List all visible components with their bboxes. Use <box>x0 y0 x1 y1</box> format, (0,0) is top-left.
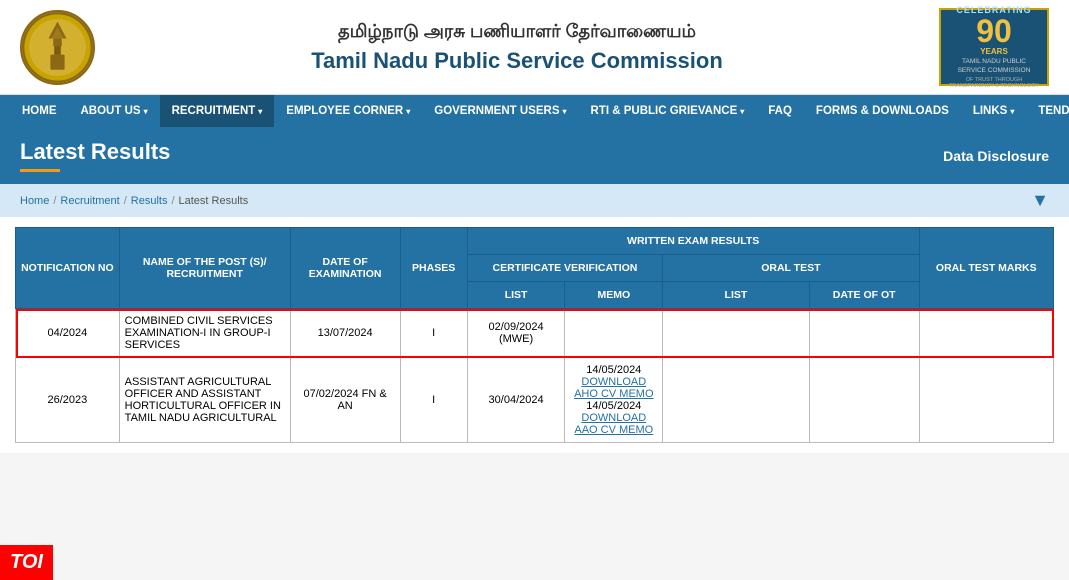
site-header: தமிழ்நாடு அரசு பணியாளர் தேர்வாணையம் Tami… <box>0 0 1069 95</box>
employee-chevron-icon: ▾ <box>406 107 410 116</box>
cell-phases: I <box>400 309 467 358</box>
th-written-exam: WRITTEN EXAM RESULTS <box>467 228 919 255</box>
nav-home[interactable]: HOME <box>10 95 69 127</box>
cell-phases: I <box>400 358 467 443</box>
breadcrumb-results[interactable]: Results <box>131 195 168 207</box>
th-name-post: NAME OF THE POST (S)/ RECRUITMENT <box>119 228 290 309</box>
th-cert-verification: CERTIFICATE VERIFICATION <box>467 255 662 282</box>
cell-oral-list <box>663 358 810 443</box>
header-center: தமிழ்நாடு அரசு பணியாளர் தேர்வாணையம் Tami… <box>95 21 939 74</box>
cell-memo[interactable]: 14/05/2024 DOWNLOAD AHO CV MEMO 14/05/20… <box>565 358 663 443</box>
cell-name-post: ASSISTANT AGRICULTURAL OFFICER AND ASSIS… <box>119 358 290 443</box>
th-phases: PHASES <box>400 228 467 309</box>
govt-chevron-icon: ▾ <box>563 107 567 116</box>
logo-left <box>20 10 95 85</box>
page-title: Latest Results <box>20 139 170 165</box>
tamil-title: தமிழ்நாடு அரசு பணியாளர் தேர்வாணையம் <box>95 21 939 44</box>
title-underline <box>20 169 60 172</box>
th-oral-test: ORAL TEST <box>663 255 919 282</box>
breadcrumb: Home / Recruitment / Results / Latest Re… <box>0 184 1069 217</box>
cell-notif-no: 26/2023 <box>16 358 120 443</box>
logo-right: CELEBRATING 90 YEARS TAMIL NADU PUBLICSE… <box>939 8 1049 86</box>
nav-faq[interactable]: FAQ <box>756 95 804 127</box>
cell-oral-list <box>663 309 810 358</box>
breadcrumb-home[interactable]: Home <box>20 195 49 207</box>
th-oral-test-marks: ORAL TEST MARKS <box>919 228 1053 309</box>
th-notification-no: NOTIFICATION NO <box>16 228 120 309</box>
nav-tenders[interactable]: TENDERS <box>1026 95 1069 127</box>
cell-date-exam: 07/02/2024 FN & AN <box>290 358 400 443</box>
main-nav: HOME ABOUT US ▾ RECRUITMENT ▾ EMPLOYEE C… <box>0 95 1069 127</box>
nav-govt-users[interactable]: GOVERNMENT USERS ▾ <box>422 95 578 127</box>
nav-forms[interactable]: FORMS & DOWNLOADS <box>804 95 961 127</box>
cell-list: 30/04/2024 <box>467 358 565 443</box>
about-chevron-icon: ▾ <box>144 107 148 116</box>
results-table-container: NOTIFICATION NO NAME OF THE POST (S)/ RE… <box>0 217 1069 453</box>
cell-date-ot <box>809 358 919 443</box>
nav-employee-corner[interactable]: EMPLOYEE CORNER ▾ <box>274 95 422 127</box>
results-table: NOTIFICATION NO NAME OF THE POST (S)/ RE… <box>15 227 1054 443</box>
page-header-bar: Latest Results Data Disclosure <box>0 127 1069 184</box>
data-disclosure-label: Data Disclosure <box>943 148 1049 164</box>
cell-name-post: COMBINED CIVIL SERVICES EXAMINATION-I IN… <box>119 309 290 358</box>
recruitment-chevron-icon: ▾ <box>258 107 262 116</box>
rti-chevron-icon: ▾ <box>740 107 744 116</box>
nav-about[interactable]: ABOUT US ▾ <box>69 95 160 127</box>
th-memo: MEMO <box>565 282 663 309</box>
breadcrumb-current: Latest Results <box>179 195 249 207</box>
breadcrumb-recruitment[interactable]: Recruitment <box>60 195 119 207</box>
toi-badge: TOI <box>0 545 53 580</box>
cell-oral-marks <box>919 358 1053 443</box>
cell-memo <box>565 309 663 358</box>
th-date-exam: DATE OF EXAMINATION <box>290 228 400 309</box>
years-number: 90 <box>976 15 1012 47</box>
links-chevron-icon: ▾ <box>1010 107 1014 116</box>
nav-rti[interactable]: RTI & PUBLIC GRIEVANCE ▾ <box>579 95 757 127</box>
english-title: Tamil Nadu Public Service Commission <box>95 48 939 74</box>
cell-oral-marks <box>919 309 1053 358</box>
nav-recruitment[interactable]: RECRUITMENT ▾ <box>160 95 275 127</box>
arrow-down-icon: ▼ <box>1031 190 1049 210</box>
nav-links[interactable]: LINKS ▾ <box>961 95 1027 127</box>
page-title-section: Latest Results <box>20 139 170 172</box>
cell-date-ot <box>809 309 919 358</box>
cell-list: 02/09/2024 (MWE) <box>467 309 565 358</box>
th-list: LIST <box>467 282 565 309</box>
table-row: 26/2023ASSISTANT AGRICULTURAL OFFICER AN… <box>16 358 1054 443</box>
th-date-of-ot: DATE OF OT <box>809 282 919 309</box>
table-row: 04/2024COMBINED CIVIL SERVICES EXAMINATI… <box>16 309 1054 358</box>
cell-date-exam: 13/07/2024 <box>290 309 400 358</box>
th-oral-list: LIST <box>663 282 810 309</box>
cell-notif-no: 04/2024 <box>16 309 120 358</box>
